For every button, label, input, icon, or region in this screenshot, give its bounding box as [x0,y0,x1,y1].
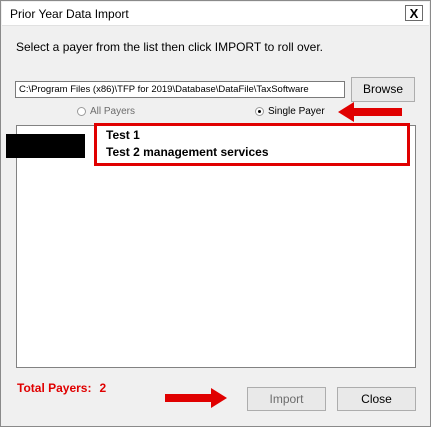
total-payers-label: Total Payers: [17,381,92,395]
total-payers-count: 2 [99,381,107,395]
close-window-button[interactable]: X [405,5,423,21]
all-payers-label: All Payers [90,106,136,117]
list-item[interactable]: Test 2 management services [106,145,269,159]
window-title: Prior Year Data Import [10,7,129,21]
data-path-field[interactable] [15,81,345,98]
radio-unchecked-icon [77,106,86,116]
single-payer-radio[interactable]: Single Payer [255,106,325,120]
all-payers-radio[interactable]: All Payers [77,106,135,120]
import-button[interactable]: Import [247,387,326,411]
redacted-block [6,134,85,158]
annotation-arrow-left-icon [338,102,402,122]
list-item[interactable]: Test 1 [106,128,140,142]
annotation-arrow-right-icon [165,388,227,408]
browse-button[interactable]: Browse [351,77,415,102]
single-payer-label: Single Payer [268,106,325,117]
total-payers: Total Payers: 2 [17,381,106,395]
instruction-text: Select a payer from the list then click … [16,40,324,54]
radio-checked-icon [255,106,264,116]
close-button[interactable]: Close [337,387,416,411]
title-bar: Prior Year Data Import X [2,2,429,26]
